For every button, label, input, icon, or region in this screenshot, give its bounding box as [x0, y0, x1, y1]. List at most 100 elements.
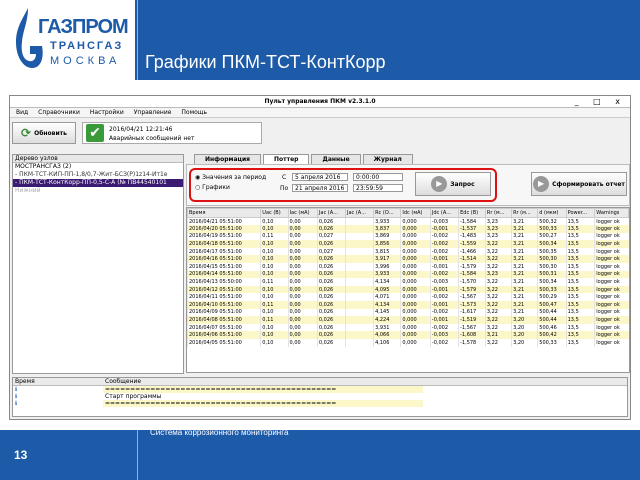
table-cell: 3,933: [373, 217, 401, 226]
log-row[interactable]: ℹ =======================================…: [13, 386, 627, 393]
column-header[interactable]: Uac (В): [260, 208, 289, 218]
table-cell: -1,579: [458, 263, 486, 271]
table-cell: -0,003: [429, 278, 459, 286]
column-header[interactable]: Iac (мА): [287, 208, 318, 218]
tree-node-kontkorr[interactable]: - ПКМ-ТСТ-КонтКорр-ПП-0,5-С-А (№ ПВ44540…: [13, 179, 183, 187]
tab-journal[interactable]: Журнал: [362, 154, 413, 164]
table-row[interactable]: 2016/04/08 05:51:00 0,11 0,00 0,026 4,224 0,0…: [187, 316, 629, 324]
menu-item-help[interactable]: Помощь: [181, 109, 207, 116]
window-title: Пульт управления ПКМ v2.3.1.0: [264, 98, 376, 105]
table-cell: 0,10: [260, 270, 289, 279]
column-header[interactable]: Jac (А...: [344, 208, 375, 218]
table-row[interactable]: 2016/04/18 05:51:00 0,10 0,00 0,026 3,856 0,0…: [187, 240, 629, 248]
table-row[interactable]: 2016/04/15 05:51:00 0,10 0,00 0,026 3,996 0,0…: [187, 263, 629, 271]
table-cell: 3,22: [484, 293, 512, 302]
query-button[interactable]: ▶ Запрос: [415, 172, 491, 196]
table-cell: 3,21: [511, 255, 538, 264]
tree-node-lower[interactable]: Нижний: [13, 187, 183, 195]
column-header[interactable]: Rc (О...: [373, 208, 402, 218]
table-cell: 2016/04/06 05:51:00: [187, 331, 261, 339]
table-row[interactable]: 2016/04/17 05:51:00 0,10 0,00 0,027 3,815 0,0…: [187, 247, 629, 256]
table-cell: 500,34: [537, 240, 567, 248]
table-cell: 500,29: [537, 293, 567, 302]
tab-data[interactable]: Данные: [311, 154, 361, 164]
column-header[interactable]: Warnings: [594, 208, 629, 218]
tree-node-root[interactable]: МОСТРАНСГАЗ (2): [13, 163, 183, 171]
table-cell: logger ok: [594, 232, 629, 241]
table-row[interactable]: 2016/04/06 05:51:00 0,10 0,00 0,026 4,066 0,0…: [187, 331, 629, 339]
table-row[interactable]: 2016/04/11 05:51:00 0,10 0,00 0,026 4,071 0,0…: [187, 293, 629, 302]
table-cell: -1,559: [458, 240, 486, 248]
table-row[interactable]: 2016/04/13 05:50:00 0,11 0,00 0,026 4,134 0,0…: [187, 278, 629, 286]
menu-item-references[interactable]: Справочники: [38, 109, 80, 116]
table-cell: 3,23: [484, 217, 512, 226]
tab-info[interactable]: Информация: [194, 154, 261, 164]
log-row[interactable]: ℹ =======================================…: [13, 400, 627, 407]
table-cell: 0,000: [400, 232, 431, 241]
table-cell: 13,5: [565, 247, 595, 256]
table-cell: 0,000: [400, 316, 431, 324]
to-time-input[interactable]: 23:59:59: [353, 184, 403, 192]
table-cell: 13,5: [565, 278, 595, 286]
table-cell: 3,23: [484, 270, 512, 279]
table-cell: 13,5: [565, 225, 595, 233]
table-row[interactable]: 2016/04/07 05:51:00 0,10 0,00 0,026 3,931 0,0…: [187, 323, 629, 332]
table-row[interactable]: 2016/04/09 05:51:00 0,10 0,00 0,026 4,145 0,0…: [187, 308, 629, 317]
from-time-input[interactable]: 0:00:00: [353, 173, 403, 181]
table-cell: 13,5: [565, 255, 595, 264]
tab-potter[interactable]: Поттер: [263, 154, 310, 164]
log-message: Старт программы: [105, 393, 162, 400]
menu-item-control[interactable]: Управление: [134, 109, 172, 116]
table-cell: -0,001: [429, 263, 459, 271]
column-header[interactable]: Jac (А...: [316, 208, 346, 218]
table-cell: -0,002: [429, 308, 459, 317]
radio-period[interactable]: ◉ Значения за период: [195, 174, 266, 181]
menu-item-view[interactable]: Вид: [16, 109, 28, 116]
table-cell: 2016/04/05 05:51:00: [187, 339, 261, 347]
column-header[interactable]: Edc (В): [458, 208, 486, 218]
refresh-button[interactable]: ⟳ Обновить: [12, 122, 76, 144]
table-row[interactable]: 2016/04/21 05:51:00 0,10 0,00 0,026 3,933 0,0…: [187, 217, 629, 226]
query-panel: ◉ Значения за период ○ Графики С По 5 ап…: [186, 164, 630, 206]
table-cell: 2016/04/16 05:51:00: [187, 255, 261, 264]
footer-caption: Система коррозионного мониторинга: [150, 428, 289, 437]
column-header[interactable]: Rr (м...: [484, 208, 513, 218]
from-date-input[interactable]: 5 апреля 2016: [292, 173, 348, 181]
window-controls[interactable]: _ □ x: [575, 97, 626, 106]
table-cell: 0,11: [260, 232, 289, 241]
table-cell: 2016/04/13 05:50:00: [187, 278, 261, 286]
table-cell: -0,001: [429, 225, 459, 233]
table-cell: 13,5: [565, 232, 595, 241]
table-cell: 0,026: [316, 316, 346, 324]
tree-node-kip[interactable]: - ПКМ-ТСТ-КИП-ПП-1,8/0,7-Жит-БСЗ(Р)1z14-…: [13, 171, 183, 179]
column-header[interactable]: Power...: [565, 208, 596, 218]
column-header[interactable]: Idc (мА): [400, 208, 431, 218]
table-header-row: Время Uac (В) Iac (мА) Jac (А... Jac (А... Rc…: [187, 208, 629, 218]
table-row[interactable]: 2016/04/05 05:51:00 0,10 0,00 0,026 4,106 0,0…: [187, 339, 629, 347]
table-cell: 3,21: [511, 263, 538, 271]
column-header[interactable]: d (мкм): [537, 208, 567, 218]
table-cell: 0,000: [400, 270, 431, 279]
table-cell: logger ok: [594, 247, 629, 256]
table-cell: 500,30: [537, 255, 567, 264]
table-row[interactable]: 2016/04/20 05:51:00 0,10 0,00 0,026 3,837 0,0…: [187, 225, 629, 233]
table-cell: 13,5: [565, 240, 595, 248]
report-button[interactable]: ▶ Сформировать отчет: [531, 172, 627, 196]
table-cell: 0,026: [316, 270, 346, 279]
table-row[interactable]: 2016/04/16 05:51:00 0,10 0,00 0,026 3,917 0,0…: [187, 255, 629, 264]
table-cell: 3,837: [373, 225, 401, 233]
to-date-input[interactable]: 21 апреля 2016: [292, 184, 348, 192]
table-row[interactable]: 2016/04/19 05:51:00 0,11 0,00 0,027 3,869 0,0…: [187, 232, 629, 241]
menu-item-settings[interactable]: Настройки: [90, 109, 124, 116]
column-header[interactable]: Jdc (А...: [429, 208, 460, 218]
table-row[interactable]: 2016/04/10 05:51:00 0,11 0,00 0,026 4,134 0,0…: [187, 301, 629, 309]
table-row[interactable]: 2016/04/14 05:51:00 0,10 0,00 0,026 3,933 0,0…: [187, 270, 629, 279]
log-row[interactable]: ℹ Старт программы: [13, 393, 627, 400]
data-grid: Время Uac (В) Iac (мА) Jac (А... Jac (А... Rc…: [186, 207, 630, 373]
table-cell: 13,5: [565, 293, 595, 302]
table-cell: logger ok: [594, 323, 629, 332]
radio-charts[interactable]: ○ Графики: [195, 184, 230, 191]
column-header[interactable]: Rr (м...: [511, 208, 539, 218]
column-header[interactable]: Время: [187, 208, 262, 218]
table-row[interactable]: 2016/04/12 05:51:00 0,10 0,00 0,026 4,095 0,0…: [187, 285, 629, 294]
